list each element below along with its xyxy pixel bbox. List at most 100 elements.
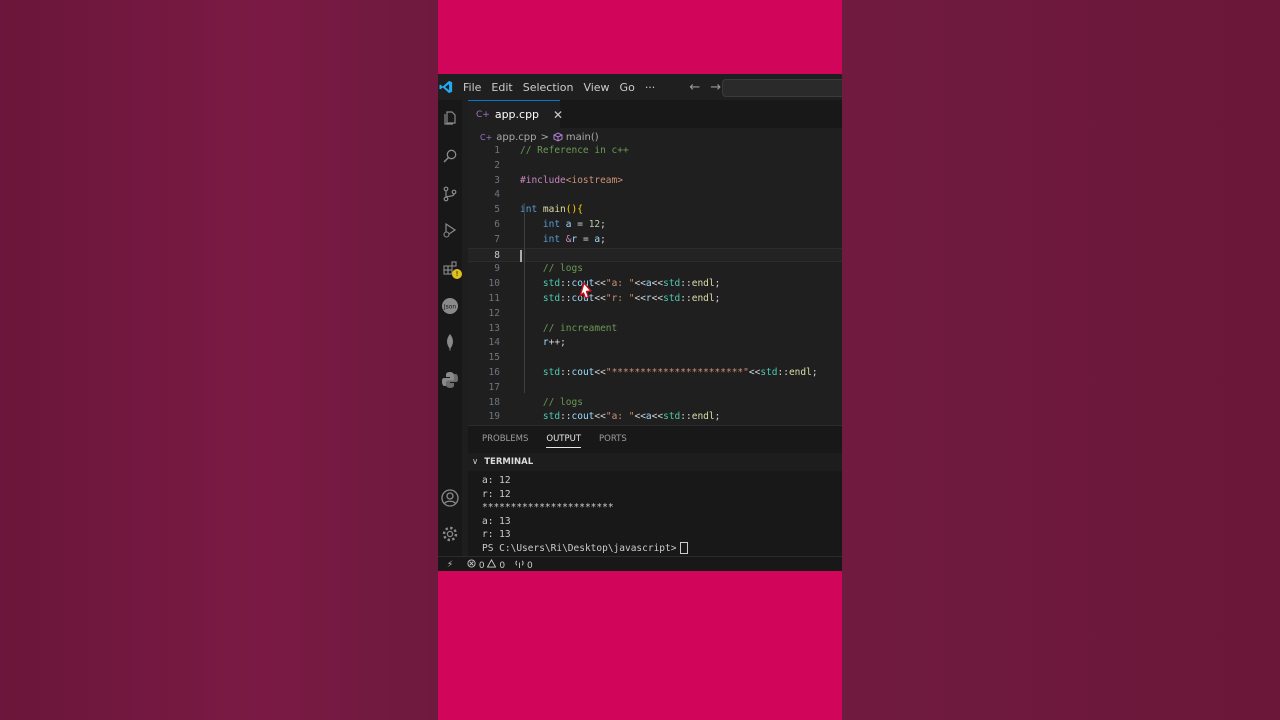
code-token: << [594, 278, 606, 290]
code-token: std [760, 367, 778, 378]
code-token: #include [520, 174, 566, 186]
tab-output[interactable]: OUTPUT [546, 434, 582, 448]
menu-more[interactable]: ··· [645, 81, 656, 94]
code-token: cout [571, 411, 595, 423]
menu-file[interactable]: File [463, 81, 481, 94]
code-token: :: [680, 293, 692, 304]
json-icon[interactable]: Json [440, 296, 460, 316]
code-token: << [748, 367, 761, 378]
activity-bar: ! Json [438, 100, 462, 562]
line-number: 11 [488, 293, 500, 304]
code-token: "***********************" [605, 367, 749, 378]
explorer-icon[interactable] [440, 108, 460, 128]
line-number: 17 [488, 381, 500, 393]
code-token: std [542, 293, 561, 304]
tab-ports[interactable]: PORTS [599, 434, 627, 448]
line-number: 9 [494, 263, 500, 275]
line-number: 7 [494, 233, 500, 245]
run-debug-icon[interactable] [440, 220, 460, 240]
code-token: :: [680, 411, 692, 423]
code-line[interactable]: 2 [468, 159, 842, 174]
code-token: std [542, 411, 561, 423]
command-center-search[interactable] [722, 79, 842, 97]
antenna-icon [515, 560, 524, 568]
code-line[interactable]: 1 // Reference in c++ [468, 144, 842, 159]
vscode-window: File Edit Selection View Go ··· ← → ! Js… [438, 74, 842, 571]
line-number: 8 [494, 249, 500, 261]
code-text: std::cout<<"r: "<<r<<std::endl; [520, 292, 720, 307]
code-token: // logs [542, 263, 583, 275]
warning-badge-icon: ! [452, 269, 462, 279]
terminal-line: r: 12 [482, 488, 511, 500]
navigation-arrows: ← → [689, 80, 721, 95]
code-token: std [663, 278, 681, 290]
code-token: std [663, 411, 681, 423]
code-token: :: [560, 411, 572, 423]
terminal-line: r: 13 [482, 529, 511, 540]
cpp-file-icon: C+ [480, 132, 493, 142]
tab-app-cpp[interactable]: C+ app.cpp ✕ [468, 100, 563, 128]
menu-selection[interactable]: Selection [523, 81, 574, 94]
mouse-pointer-icon [579, 282, 592, 299]
search-icon[interactable] [440, 146, 460, 166]
code-text: int a = 12; [520, 218, 606, 233]
settings-gear-icon[interactable] [440, 524, 460, 544]
account-icon[interactable] [440, 488, 460, 508]
source-control-icon[interactable] [440, 184, 460, 204]
terminal-header[interactable]: ∨ TERMINAL [468, 453, 842, 471]
chevron-down-icon[interactable]: ∨ [472, 457, 478, 467]
code-line[interactable]: 19 std::cout<<"a: "<<a<<std::endl; [468, 410, 842, 425]
code-token: ; [811, 367, 818, 378]
line-number: 19 [488, 411, 500, 423]
tab-label: app.cpp [494, 108, 540, 121]
code-token: int [542, 233, 566, 245]
code-token: "a: " [605, 411, 635, 423]
menu-edit[interactable]: Edit [491, 81, 512, 94]
code-token: = [571, 219, 589, 230]
code-token: :: [680, 278, 692, 290]
python-icon[interactable] [440, 370, 460, 390]
bottom-panel: PROBLEMS OUTPUT PORTS ∨ TERMINAL a: 12 r… [468, 425, 842, 563]
line-number: 16 [488, 367, 500, 378]
method-cube-icon [553, 132, 563, 142]
line-number: 4 [494, 189, 500, 201]
breadcrumb: C+ app.cpp > main() [480, 130, 599, 144]
back-arrow-icon[interactable]: ← [689, 80, 700, 95]
warning-icon [487, 558, 497, 568]
errors-indicator[interactable]: 0 0 [467, 558, 505, 571]
code-token: ++; [548, 337, 566, 349]
code-line[interactable]: 4 [468, 188, 842, 203]
error-icon [467, 558, 476, 568]
terminal-prompt: PS C:\Users\Ri\Desktop\javascript> [482, 542, 677, 554]
code-line[interactable]: 3 #include<iostream> [468, 174, 842, 189]
terminal-cursor [680, 542, 689, 554]
mongodb-leaf-icon[interactable] [440, 332, 460, 352]
code-line[interactable]: 18 // logs [468, 396, 842, 411]
extensions-icon[interactable]: ! [440, 258, 462, 279]
line-number: 15 [488, 352, 500, 364]
terminal-line: a: 13 [482, 515, 511, 527]
status-bar: ⚡ 0 0 0 [438, 556, 842, 571]
indent-guide [524, 203, 525, 393]
code-token: std [542, 278, 561, 290]
title-bar: File Edit Selection View Go ··· ← → [438, 74, 842, 100]
code-token: "a: " [605, 278, 635, 290]
ports-count: 0 [526, 560, 533, 571]
remote-indicator-icon[interactable]: ⚡ [438, 557, 462, 571]
line-number: 10 [488, 278, 500, 290]
tab-problems[interactable]: PROBLEMS [482, 434, 528, 448]
panel-tabs: PROBLEMS OUTPUT PORTS [482, 434, 627, 448]
terminal-output[interactable]: a: 12 r: 12 *********************** a: 1… [482, 474, 689, 555]
ports-indicator[interactable]: 0 [515, 559, 533, 571]
breadcrumb-symbol[interactable]: main() [566, 132, 599, 143]
menu-view[interactable]: View [583, 81, 609, 94]
breadcrumb-file[interactable]: app.cpp [496, 132, 536, 143]
code-token: << [634, 293, 646, 304]
code-token: // logs [542, 396, 583, 408]
code-token: <iostream> [565, 174, 623, 186]
forward-arrow-icon[interactable]: → [710, 80, 721, 95]
code-text: // Reference in c++ [520, 144, 629, 159]
menu-go[interactable]: Go [620, 81, 635, 94]
close-icon[interactable]: ✕ [553, 108, 563, 122]
